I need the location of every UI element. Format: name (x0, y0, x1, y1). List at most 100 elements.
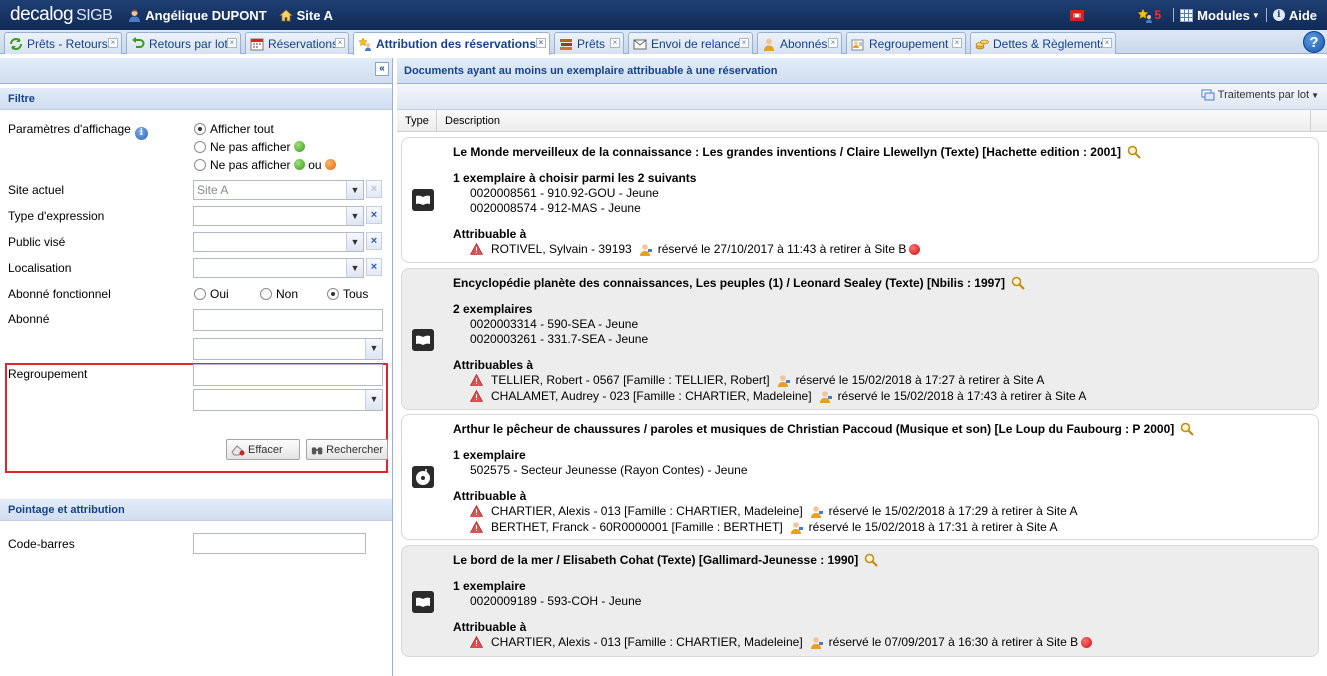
reservation-line[interactable]: CHARTIER, Alexis - 013 [Famille : CHARTI… (470, 504, 1077, 518)
batch-processing-button[interactable]: Traitements par lot ▼ (1201, 89, 1319, 101)
radio-non[interactable]: Non (260, 287, 298, 301)
column-description[interactable]: Description (438, 110, 500, 132)
document-title[interactable]: Arthur le pêcheur de chaussures / parole… (453, 422, 1194, 436)
reservation-line[interactable]: CHARTIER, Alexis - 013 [Famille : CHARTI… (470, 635, 1093, 649)
clear-icon[interactable]: × (366, 258, 382, 276)
radio-hide-green[interactable]: Ne pas afficher (194, 140, 305, 154)
radio-button[interactable] (194, 123, 206, 135)
radio-button[interactable] (194, 141, 206, 153)
chevron-down-icon[interactable]: ▼ (346, 207, 363, 225)
tab-label: Retours par lot (149, 36, 228, 51)
info-icon[interactable]: i (134, 127, 148, 140)
close-icon[interactable]: × (227, 38, 237, 48)
filter-panel: « Filtre Paramètres d'affichage i Affiche… (0, 58, 393, 676)
grouping-input[interactable] (193, 364, 383, 386)
clear-icon[interactable]: × (366, 232, 382, 250)
modules-label: Modules (1197, 7, 1250, 23)
display-params-label: Paramètres d'affichage i (8, 122, 148, 140)
tab-abonnes[interactable]: Abonnés × (757, 32, 842, 54)
radio-hide-green-orange[interactable]: Ne pas afficher ou (194, 158, 336, 172)
result-card[interactable]: Le bord de la mer / Elisabeth Cohat (Tex… (401, 545, 1319, 657)
current-site-select[interactable]: Site A ▼ (193, 180, 364, 200)
radio-button[interactable] (194, 288, 206, 300)
close-icon[interactable]: × (335, 38, 345, 48)
clear-icon[interactable]: × (366, 206, 382, 224)
subscriber-label: Abonné (8, 312, 50, 326)
reservation-line[interactable]: CHALAMET, Audrey - 023 [Famille : CHARTI… (470, 389, 1086, 403)
result-card[interactable]: Arthur le pêcheur de chaussures / parole… (401, 414, 1319, 540)
modules-menu[interactable]: Modules ▼ (1180, 8, 1260, 23)
tab-retours-par-lot[interactable]: Retours par lot × (126, 32, 241, 54)
book-icon (412, 189, 434, 211)
notification-count: 5 (1154, 8, 1162, 22)
collapse-panel-button[interactable]: « (375, 62, 389, 76)
subscriber-input[interactable] (193, 309, 383, 331)
column-type[interactable]: Type (397, 110, 437, 132)
tab-regroupement[interactable]: Regroupement × (846, 32, 966, 54)
tab-reservations[interactable]: Réservations × (245, 32, 349, 54)
tab-dettes-reglements[interactable]: Dettes & Règlements × (970, 32, 1116, 54)
radio-show-all[interactable]: Afficher tout (194, 122, 274, 136)
chevron-down-icon[interactable]: ▼ (365, 390, 382, 410)
tab-prets[interactable]: Prêts × (554, 32, 624, 54)
close-icon[interactable]: × (952, 38, 962, 48)
clear-button[interactable]: Effacer (226, 439, 300, 460)
reservation-details: réservé le 15/02/2018 à 17:29 à retirer … (828, 504, 1078, 518)
chevron-down-icon[interactable]: ▼ (365, 339, 382, 359)
close-icon[interactable]: × (610, 38, 620, 48)
functional-subscriber-label: Abonné fonctionnel (8, 287, 111, 301)
tab-envoi-relances[interactable]: Envoi de relances × (628, 32, 753, 54)
close-icon[interactable]: × (108, 38, 118, 48)
subscriber-select[interactable]: ▼ (193, 338, 383, 360)
batch-button-label: Traitements par lot (1217, 89, 1310, 101)
radio-button[interactable] (327, 288, 339, 300)
radio-button[interactable] (260, 288, 272, 300)
result-card[interactable]: Le Monde merveilleux de la connaissance … (401, 137, 1319, 263)
magnifier-icon[interactable] (864, 553, 878, 567)
reservation-subscriber: CHARTIER, Alexis - 013 [Famille : CHARTI… (491, 635, 803, 649)
copies-label: 2 exemplaires (453, 302, 533, 316)
group-icon (851, 39, 864, 50)
audience-select[interactable]: ▼ (193, 232, 364, 252)
magnifier-icon[interactable] (1180, 422, 1194, 436)
reservation-line[interactable]: TELLIER, Robert - 0567 [Famille : TELLIE… (470, 373, 1044, 387)
radio-tous[interactable]: Tous (327, 287, 368, 301)
current-user[interactable]: Angélique DUPONT (128, 8, 267, 23)
close-icon[interactable]: × (828, 38, 838, 48)
current-site[interactable]: Site A (278, 8, 333, 23)
radio-button[interactable] (194, 159, 206, 171)
barcode-input[interactable] (193, 533, 366, 554)
help-menu[interactable]: i Aide (1272, 8, 1317, 23)
alert-flag-icon[interactable] (1069, 9, 1085, 22)
chevron-down-icon[interactable]: ▼ (346, 259, 363, 277)
result-card[interactable]: Encyclopédie planète des connaissances, … (401, 268, 1319, 410)
grouping-select[interactable]: ▼ (193, 389, 383, 411)
copy-line: 0020009189 - 593-COH - Jeune (470, 594, 642, 608)
tab-label: Attribution des réservations (376, 37, 537, 51)
grid-icon (1180, 8, 1194, 22)
tab-prets-retours[interactable]: Prêts - Retours × (4, 32, 122, 54)
help-button[interactable]: ? (1303, 31, 1325, 53)
radio-oui[interactable]: Oui (194, 287, 229, 301)
notifications[interactable]: 5 (1137, 7, 1162, 23)
chevron-down-icon[interactable]: ▼ (346, 233, 363, 251)
close-icon[interactable]: × (739, 38, 749, 48)
document-title[interactable]: Le Monde merveilleux de la connaissance … (453, 145, 1141, 159)
clear-icon[interactable]: × (366, 180, 382, 198)
search-button[interactable]: Rechercher (306, 439, 388, 460)
reservation-line[interactable]: BERTHET, Franck - 60R0000001 [Famille : … (470, 520, 1057, 534)
magnifier-icon[interactable] (1011, 276, 1025, 290)
document-title[interactable]: Le bord de la mer / Elisabeth Cohat (Tex… (453, 553, 878, 567)
tab-attribution-reservations[interactable]: Attribution des réservations × (353, 32, 550, 55)
chevron-down-icon[interactable]: ▼ (346, 181, 363, 199)
expression-type-select[interactable]: ▼ (193, 206, 364, 226)
close-icon[interactable]: × (1102, 38, 1112, 48)
eraser-icon (231, 444, 245, 455)
magnifier-icon[interactable] (1127, 145, 1141, 159)
person-pickup-icon (777, 374, 790, 387)
close-icon[interactable]: × (536, 38, 546, 48)
location-select[interactable]: ▼ (193, 258, 364, 278)
document-title[interactable]: Encyclopédie planète des connaissances, … (453, 276, 1025, 290)
reservation-line[interactable]: ROTIVEL, Sylvain - 39193 réservé le 27/1… (470, 242, 921, 256)
tab-label: Regroupement (869, 36, 949, 51)
